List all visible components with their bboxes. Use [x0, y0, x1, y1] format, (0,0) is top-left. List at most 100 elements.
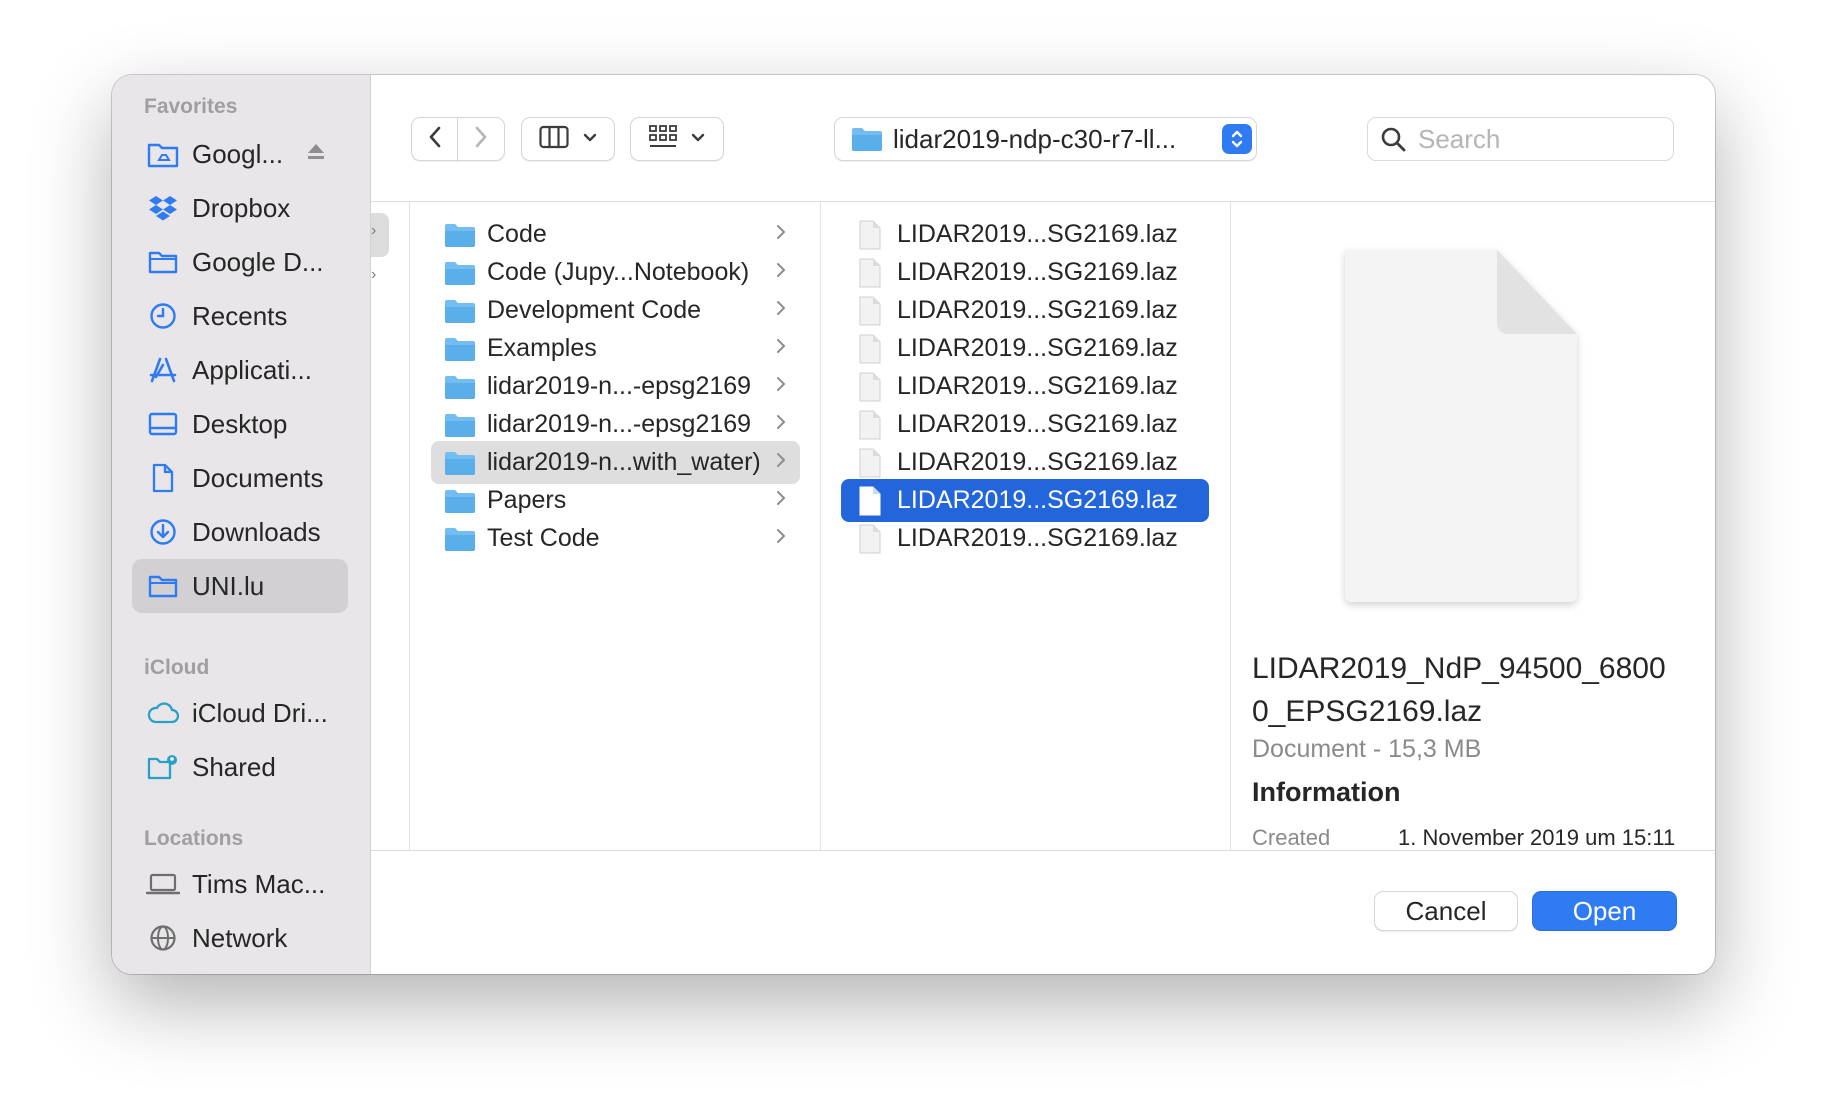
sidebar-item-tims-mac[interactable]: Tims Mac... [132, 857, 348, 911]
sidebar-item-google-drive[interactable]: Googl... [132, 127, 348, 181]
file-row-label: LIDAR2019...SG2169.laz [897, 220, 1178, 248]
sidebar-item-shared[interactable]: Shared [132, 740, 348, 794]
cloud-icon [146, 696, 180, 730]
clock-icon [146, 299, 180, 333]
document-icon [853, 220, 887, 250]
folder-row[interactable]: Code (Jupy...Notebook) [431, 251, 800, 294]
sidebar-item-recents[interactable]: Recents [132, 289, 348, 343]
view-mode-button[interactable] [521, 117, 615, 161]
open-button[interactable]: Open [1532, 891, 1677, 931]
folder-icon [443, 374, 477, 400]
file-row[interactable]: LIDAR2019...SG2169.laz [841, 441, 1209, 484]
document-icon [853, 486, 887, 516]
folder-icon [443, 222, 477, 248]
file-row-label: LIDAR2019...SG2169.laz [897, 448, 1178, 476]
group-button[interactable] [630, 117, 724, 161]
sidebar-item-icloud-drive[interactable]: iCloud Dri... [132, 686, 348, 740]
folder-row[interactable]: lidar2019-n...-epsg2169 [431, 365, 800, 408]
folder-row-label: Code [487, 220, 547, 248]
file-row[interactable]: LIDAR2019...SG2169.laz [841, 365, 1209, 408]
folder-icon [443, 260, 477, 286]
sidebar-section-locations: Locations [144, 827, 244, 850]
sidebar-item-desktop[interactable]: Desktop [132, 397, 348, 451]
google-drive-icon [146, 137, 180, 171]
dropbox-icon [146, 191, 180, 225]
search-input[interactable] [1416, 122, 1660, 156]
chevron-right-icon [776, 299, 786, 322]
file-open-dialog: Favorites Googl... Dropbox Google D... R… [112, 75, 1715, 974]
forward-button[interactable] [457, 117, 505, 161]
cancel-button[interactable]: Cancel [1374, 891, 1518, 931]
document-icon [146, 461, 180, 495]
document-icon [853, 334, 887, 364]
file-row[interactable]: LIDAR2019...SG2169.laz [841, 327, 1209, 370]
sidebar-item-label: Tims Mac... [192, 868, 326, 899]
back-button[interactable] [411, 117, 459, 161]
downloads-icon [146, 515, 180, 549]
file-row-label: LIDAR2019...SG2169.laz [897, 410, 1178, 438]
dialog-footer: Cancel Open [371, 850, 1715, 974]
applications-icon [146, 353, 180, 387]
folder-row[interactable]: Development Code [431, 289, 800, 332]
sidebar-item-label: UNI.lu [192, 570, 265, 601]
preview-filename: LIDAR2019_NdP_94500_68000_EPSG2169.laz [1252, 652, 1666, 728]
document-icon [853, 372, 887, 402]
folder-icon [443, 450, 477, 476]
file-row[interactable]: LIDAR2019...SG2169.laz [841, 403, 1209, 446]
up-down-stepper-icon [1222, 124, 1252, 154]
folder-row[interactable]: Papers [431, 479, 800, 522]
folder-column: Code Code (Jupy...Notebook) Development Co… [410, 202, 821, 850]
sidebar-item-google-drive-folder[interactable]: Google D... [132, 235, 348, 289]
sidebar-item-applications[interactable]: Applicati... [132, 343, 348, 397]
shared-folder-icon [146, 750, 180, 784]
sidebar-item-label: iCloud Dri... [192, 697, 328, 728]
sidebar-item-label: Googl... [192, 138, 284, 169]
file-row-label: LIDAR2019...SG2169.laz [897, 524, 1178, 552]
file-row-label: LIDAR2019...SG2169.laz [897, 258, 1178, 286]
chevron-right-icon [776, 527, 786, 550]
file-row-label: LIDAR2019...SG2169.laz [897, 296, 1178, 324]
file-row[interactable]: LIDAR2019...SG2169.laz [841, 251, 1209, 294]
folder-row[interactable]: lidar2019-n...with_water) [431, 441, 800, 484]
folder-row[interactable]: Examples [431, 327, 800, 370]
eject-icon[interactable] [306, 141, 326, 166]
document-icon [853, 296, 887, 326]
sidebar-item-label: Downloads [192, 516, 321, 547]
path-label: lidar2019-ndp-c30-r7-ll... [893, 123, 1177, 154]
chevron-right-icon [776, 223, 786, 246]
sidebar-item-label: Desktop [192, 408, 288, 439]
chevron-left-icon [428, 126, 442, 153]
file-column: LIDAR2019...SG2169.laz LIDAR2019...SG2169… [821, 202, 1231, 850]
folder-row-label: Papers [487, 486, 567, 514]
column-browser: › › Code Code (Jupy...Notebook) Developmen… [371, 202, 1715, 850]
sidebar-item-label: Dropbox [192, 192, 291, 223]
file-row[interactable]: LIDAR2019...SG2169.laz [841, 517, 1209, 560]
sidebar-item-network[interactable]: Network [132, 911, 348, 965]
sidebar-item-documents[interactable]: Documents [132, 451, 348, 505]
preview-pane: LIDAR2019_NdP_94500_68000_EPSG2169.laz D… [1231, 202, 1715, 850]
folder-icon [146, 569, 180, 603]
sidebar-item-uni-lu[interactable]: UNI.lu [132, 559, 348, 613]
search-icon [1380, 126, 1406, 152]
folder-icon [851, 126, 883, 152]
folder-row[interactable]: Code [431, 213, 800, 256]
folder-icon [443, 488, 477, 514]
search-field[interactable] [1367, 117, 1674, 161]
folder-row[interactable]: lidar2019-n...-epsg2169 [431, 403, 800, 446]
folder-row[interactable]: Test Code [431, 517, 800, 560]
preview-created-value: 1. November 2019 um 15:11 [1398, 825, 1676, 850]
file-row[interactable]: LIDAR2019...SG2169.laz [841, 213, 1209, 256]
sidebar-item-dropbox[interactable]: Dropbox [132, 181, 348, 235]
file-row[interactable]: LIDAR2019...SG2169.laz [841, 289, 1209, 332]
folder-row-label: lidar2019-n...with_water) [487, 448, 761, 476]
file-row-label: LIDAR2019...SG2169.laz [897, 334, 1178, 362]
path-popup[interactable]: lidar2019-ndp-c30-r7-ll... [834, 117, 1257, 161]
sidebar-item-downloads[interactable]: Downloads [132, 505, 348, 559]
toolbar: lidar2019-ndp-c30-r7-ll... [371, 75, 1715, 202]
document-icon [853, 524, 887, 554]
file-row[interactable]: LIDAR2019...SG2169.laz [841, 479, 1209, 522]
collapsed-column[interactable]: › › [371, 202, 410, 850]
preview-created-label: Created [1252, 825, 1331, 850]
chevron-right-icon [776, 489, 786, 512]
document-icon [853, 410, 887, 440]
